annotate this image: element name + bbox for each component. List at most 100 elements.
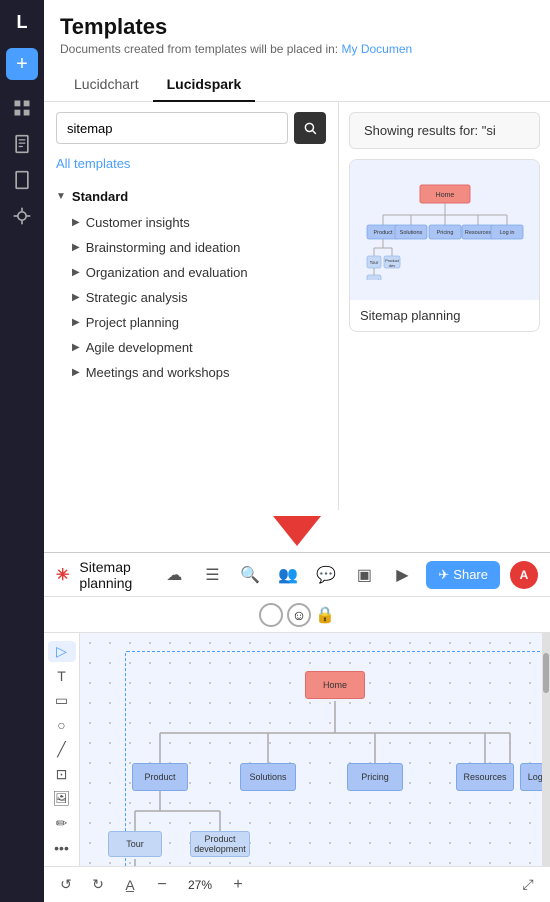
- rect-tool[interactable]: ▭: [48, 690, 76, 711]
- editor-logo: ✳: [56, 565, 69, 585]
- sidebar-icon-plugin[interactable]: [6, 200, 38, 232]
- text-tool[interactable]: T: [48, 666, 76, 687]
- category-item-arrow: ▶: [72, 242, 80, 253]
- category-arrow: ▼: [56, 191, 66, 202]
- template-card-label: Sitemap planning: [350, 300, 539, 331]
- page-subtitle: Documents created from templates will be…: [60, 42, 534, 56]
- select-tool[interactable]: ▷: [48, 641, 76, 662]
- undo-button[interactable]: ↺: [54, 873, 78, 897]
- category-item-arrow: ▶: [72, 217, 80, 228]
- image-tool[interactable]: 🖼: [48, 788, 76, 809]
- canvas-area: ▷ T ▭ ○ ╱ ⊡ 🖼 ✏ •••: [44, 633, 550, 866]
- node-resources[interactable]: Resources: [456, 763, 514, 791]
- category-item-agile[interactable]: ▶ Agile development: [44, 335, 338, 360]
- node-product-dev[interactable]: Product development: [190, 831, 250, 857]
- people-icon-button[interactable]: 👥: [274, 561, 302, 589]
- svg-text:Pricing: Pricing: [436, 230, 453, 236]
- left-tool-panel: ▷ T ▭ ○ ╱ ⊡ 🖼 ✏ •••: [44, 633, 80, 866]
- circle-tool[interactable]: ○: [48, 715, 76, 736]
- node-tour[interactable]: Tour: [108, 831, 162, 857]
- avatar-button[interactable]: A: [510, 561, 538, 589]
- template-card-preview: Home Product: [350, 160, 539, 300]
- tab-lucidspark[interactable]: Lucidspark: [153, 68, 256, 102]
- svg-text:Tmpl: Tmpl: [369, 279, 379, 280]
- zoom-in-button[interactable]: +: [226, 873, 250, 897]
- category-item-customer-insights[interactable]: ▶ Customer insights: [44, 210, 338, 235]
- svg-text:dev: dev: [388, 263, 394, 268]
- search-input[interactable]: [56, 112, 288, 144]
- editor-toolbar: ✳ Sitemap planning ☁ ☰ 🔍 👥 💬 ▣ ▶ ✈Share …: [44, 553, 550, 597]
- category-item-meetings[interactable]: ▶ Meetings and workshops: [44, 360, 338, 385]
- down-arrow-icon: [273, 516, 321, 546]
- search-icon-button[interactable]: 🔍: [236, 561, 264, 589]
- arrow-indicator: [44, 510, 550, 552]
- present-icon-button[interactable]: ▣: [350, 561, 378, 589]
- more-tools-button[interactable]: •••: [48, 838, 76, 859]
- category-item-strategic[interactable]: ▶ Strategic analysis: [44, 285, 338, 310]
- svg-text:Product: Product: [373, 230, 392, 236]
- emoji-tool[interactable]: ☺: [287, 603, 311, 627]
- share-button[interactable]: ✈Share: [426, 561, 500, 589]
- node-login[interactable]: Log in: [520, 763, 542, 791]
- add-button[interactable]: +: [6, 48, 38, 80]
- main-content: Templates Documents created from templat…: [44, 0, 550, 902]
- my-documents-link[interactable]: My Documen: [341, 42, 412, 56]
- svg-text:Log in: Log in: [499, 230, 514, 236]
- category-standard[interactable]: ▼ Standard: [44, 183, 338, 210]
- left-panel: All templates ▼ Standard ▶ Customer insi…: [44, 102, 339, 510]
- canvas[interactable]: Home Product Solutions Pricing Resources…: [80, 633, 542, 866]
- node-pricing[interactable]: Pricing: [347, 763, 403, 791]
- line-tool[interactable]: ╱: [48, 739, 76, 760]
- template-preview-svg: Home Product: [365, 180, 525, 280]
- node-product[interactable]: Product: [132, 763, 188, 791]
- template-card-sitemap[interactable]: Home Product: [349, 159, 540, 332]
- results-banner: Showing results for: "si: [349, 112, 540, 149]
- comment-icon-button[interactable]: 💬: [312, 561, 340, 589]
- draw-tool[interactable]: ✏: [48, 813, 76, 834]
- redo-button[interactable]: ↻: [86, 873, 110, 897]
- category-item-arrow: ▶: [72, 342, 80, 353]
- cloud-icon-button[interactable]: ☁: [160, 561, 188, 589]
- node-home[interactable]: Home: [305, 671, 365, 699]
- templates-section: Templates Documents created from templat…: [44, 0, 550, 510]
- category-item-brainstorming[interactable]: ▶ Brainstorming and ideation: [44, 235, 338, 260]
- lock-tool[interactable]: 🔒: [315, 605, 335, 625]
- search-button[interactable]: [294, 112, 326, 144]
- sidebar-icon-doc[interactable]: [6, 164, 38, 196]
- zoom-out-button[interactable]: −: [150, 873, 174, 897]
- editor-section: ✳ Sitemap planning ☁ ☰ 🔍 👥 💬 ▣ ▶ ✈Share …: [44, 552, 550, 902]
- templates-header: Templates Documents created from templat…: [44, 0, 550, 60]
- spell-check-button[interactable]: A̲: [118, 873, 142, 897]
- right-panel: Showing results for: "si Home: [339, 102, 550, 510]
- node-solutions[interactable]: Solutions: [240, 763, 296, 791]
- svg-text:Solutions: Solutions: [399, 230, 422, 236]
- sidebar: L +: [0, 0, 44, 902]
- category-item-arrow: ▶: [72, 367, 80, 378]
- right-scrollbar[interactable]: [542, 633, 550, 866]
- svg-text:Resources: Resources: [464, 230, 491, 236]
- category-item-arrow: ▶: [72, 317, 80, 328]
- menu-icon-button[interactable]: ☰: [198, 561, 226, 589]
- category-item-arrow: ▶: [72, 267, 80, 278]
- crop-tool[interactable]: ⊡: [48, 764, 76, 785]
- video-icon-button[interactable]: ▶: [388, 561, 416, 589]
- svg-text:Tour: Tour: [369, 260, 378, 265]
- category-item-organization[interactable]: ▶ Organization and evaluation: [44, 260, 338, 285]
- sidebar-icon-grid[interactable]: [6, 92, 38, 124]
- shape-circle-tool[interactable]: [259, 603, 283, 627]
- sidebar-logo: L: [8, 8, 36, 36]
- tools-row: ☺ 🔒: [44, 597, 550, 633]
- category-item-arrow: ▶: [72, 292, 80, 303]
- tab-bar: Lucidchart Lucidspark: [44, 60, 550, 102]
- page-title: Templates: [60, 14, 534, 40]
- all-templates-label[interactable]: All templates: [44, 154, 338, 179]
- bottom-toolbar: ↺ ↻ A̲ − 27% + ⤢: [44, 866, 550, 902]
- search-bar: [44, 102, 338, 154]
- sidebar-icon-page[interactable]: [6, 128, 38, 160]
- tab-lucidchart[interactable]: Lucidchart: [60, 68, 153, 102]
- templates-body: All templates ▼ Standard ▶ Customer insi…: [44, 102, 550, 510]
- fit-to-screen-button[interactable]: ⤢: [516, 873, 540, 897]
- zoom-level: 27%: [182, 878, 218, 892]
- category-item-project[interactable]: ▶ Project planning: [44, 310, 338, 335]
- scroll-thumb[interactable]: [543, 653, 549, 693]
